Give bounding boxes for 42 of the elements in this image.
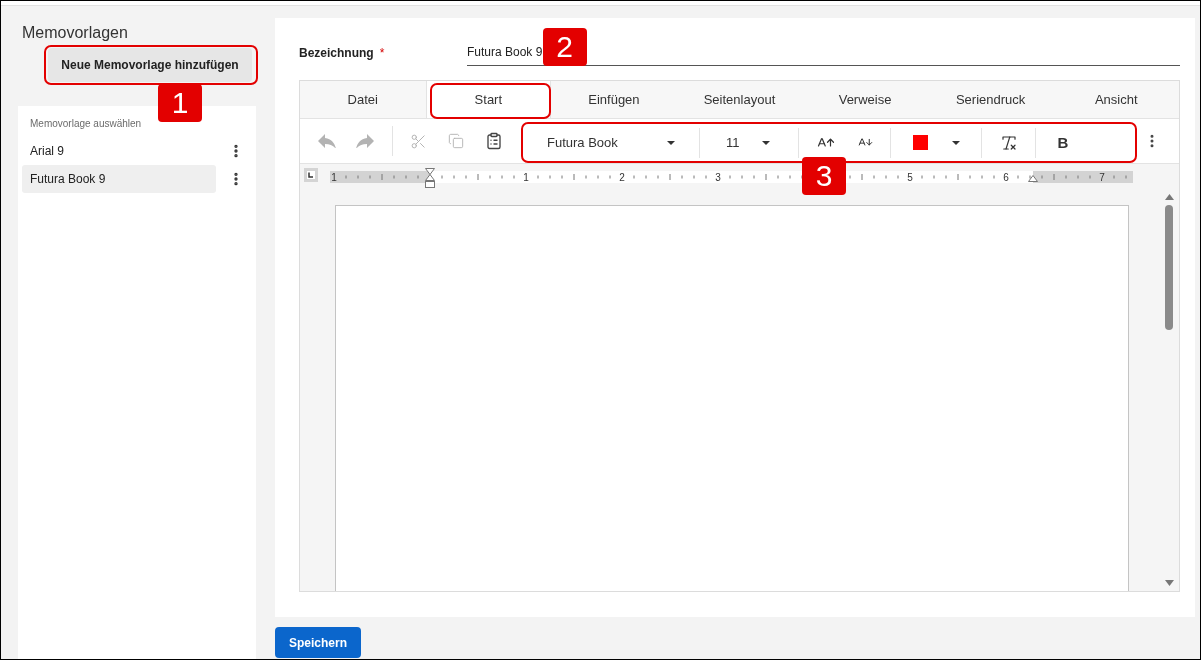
font-size-dropdown[interactable]: 11 (700, 127, 798, 158)
ruler-number: 7 (1099, 172, 1105, 183)
required-mark: * (379, 46, 385, 60)
template-item[interactable]: Arial 9 (22, 137, 216, 165)
list-heading: Memovorlage auswählen (29, 118, 142, 130)
scroll-up-icon[interactable] (1164, 194, 1174, 200)
ribbon-tab[interactable]: Einfügen (551, 81, 677, 118)
callout-badge: 2 (542, 28, 587, 66)
ribbon-tab[interactable]: Datei (300, 81, 426, 118)
tab-stop-selector-icon[interactable] (304, 168, 318, 182)
caret-icon (762, 140, 770, 145)
bold-button[interactable]: B (1045, 127, 1081, 158)
save-button[interactable]: Speichern (275, 627, 361, 658)
callout-badge: 3 (802, 157, 846, 195)
add-template-button[interactable]: Neue Memovorlage hinzufügen (48, 48, 252, 82)
clipboard-icon (485, 132, 503, 150)
redo-icon (356, 134, 374, 148)
ruler-number: 3 (715, 172, 721, 183)
scissors-icon (409, 132, 427, 150)
caret-icon (667, 140, 675, 145)
ribbon-tab[interactable]: Verweise (802, 81, 928, 118)
remove-formatting-icon (1000, 133, 1018, 152)
ruler-number: 1 (523, 172, 529, 183)
ruler-number: 2 (619, 172, 625, 183)
caret-icon (952, 140, 960, 145)
page-title: Memovorlagen (22, 23, 128, 43)
undo-icon (318, 134, 336, 148)
ribbon-tab[interactable]: Seitenlayout (676, 81, 803, 118)
field-label: Bezeichnung (299, 46, 374, 60)
indent-marker-icon[interactable] (425, 168, 435, 188)
ribbon-tab[interactable]: Seriendruck (927, 81, 1054, 118)
ruler-number: 5 (907, 172, 913, 183)
template-item[interactable]: Futura Book 9 (22, 165, 216, 193)
ruler-number: 1 (331, 172, 337, 183)
ribbon-tab[interactable]: Ansicht (1053, 81, 1179, 118)
scroll-down-icon[interactable] (1164, 580, 1174, 586)
font-family-dropdown[interactable]: Futura Book (525, 127, 699, 158)
copy-icon (448, 133, 464, 149)
scrollbar-thumb[interactable] (1165, 205, 1173, 330)
right-indent-marker-icon[interactable] (1028, 175, 1038, 182)
ruler-number: 6 (1003, 172, 1009, 183)
callout-badge: 1 (158, 84, 202, 122)
